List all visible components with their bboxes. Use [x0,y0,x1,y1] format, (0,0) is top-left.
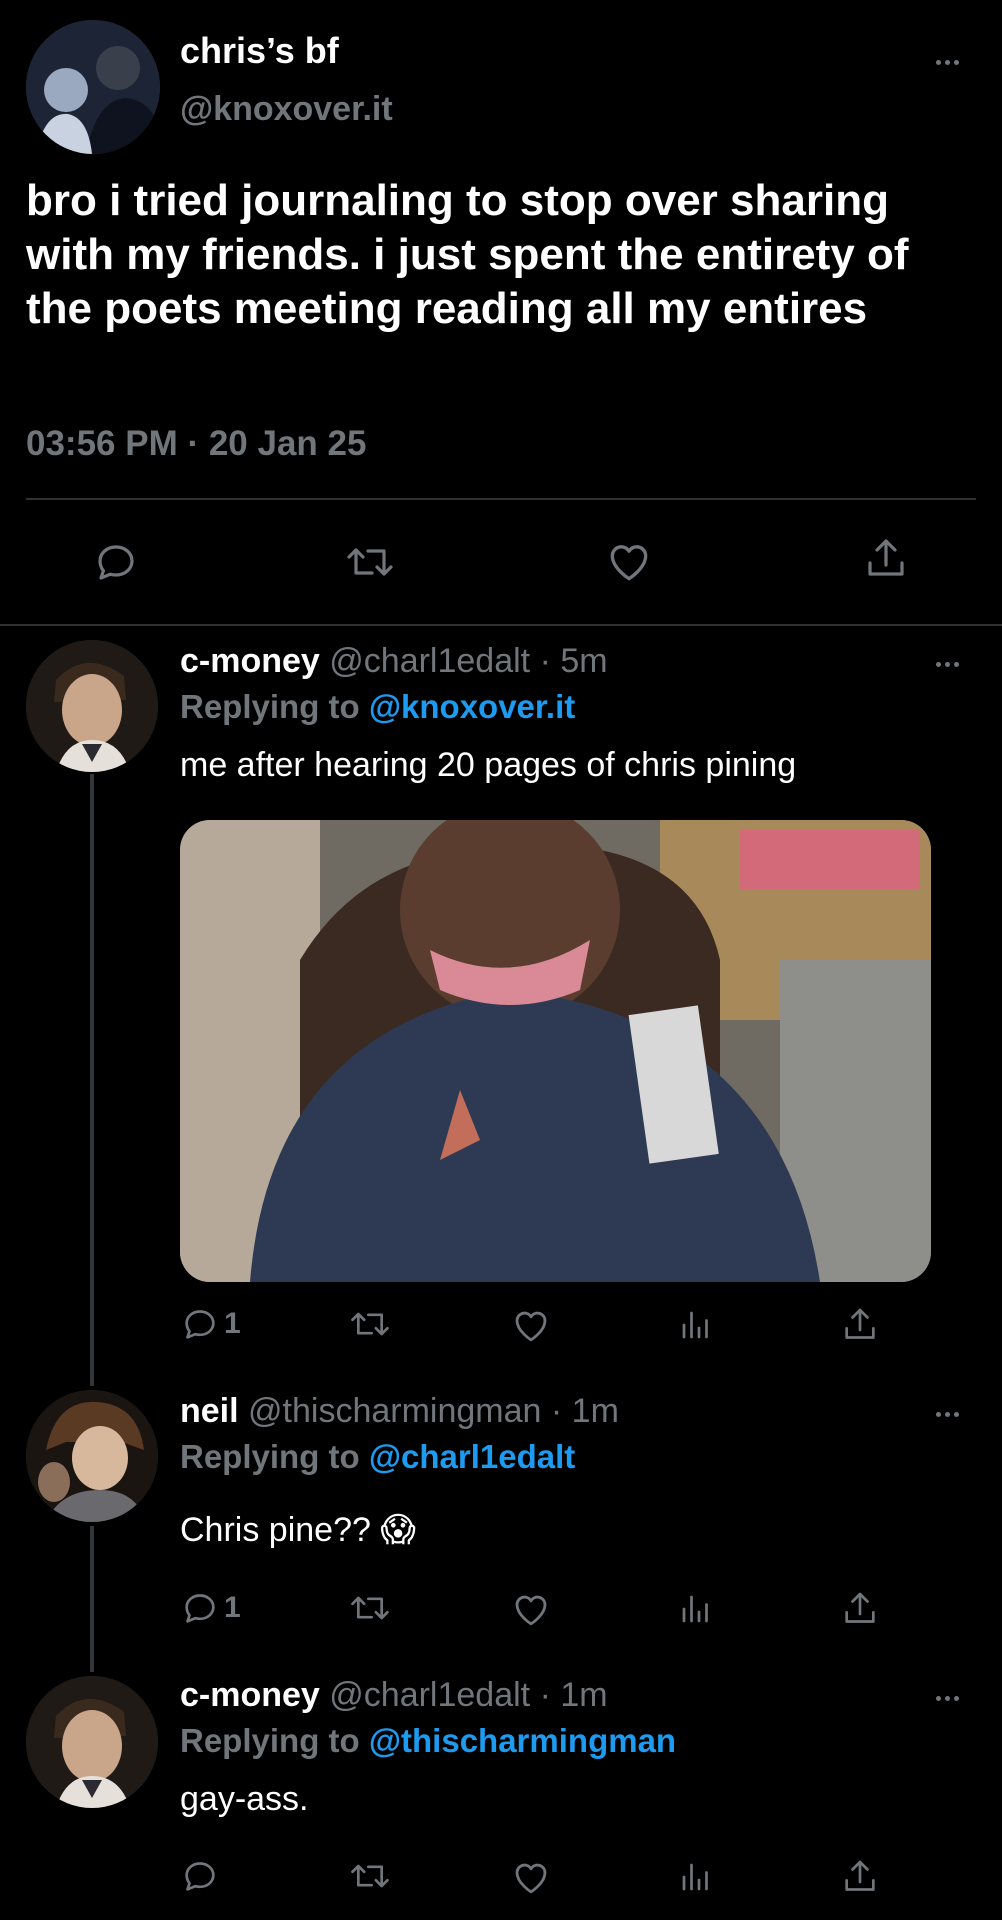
reply-button[interactable]: 1 [180,1304,241,1344]
reply-handle[interactable]: @thischarmingman [248,1392,541,1430]
analytics-button[interactable] [678,1858,714,1896]
reply-handle[interactable]: @charl1edalt [329,642,530,680]
retweet-button[interactable] [344,538,396,586]
replying-to: Replying to @knoxover.it [180,688,575,726]
more-options-icon[interactable] [936,1696,959,1701]
reply-icon [185,1862,215,1891]
like-icon [515,1595,547,1626]
reply-time[interactable]: · 5m [540,642,608,680]
avatar[interactable] [26,1390,158,1522]
share-button[interactable] [840,1588,880,1630]
reply-icon [185,1594,215,1623]
more-options-icon[interactable] [936,662,959,667]
reply-header: c-money @charl1edalt · 5m [180,642,608,681]
reply-header: c-money @charl1edalt · 1m [180,1676,608,1715]
thread-line [90,1526,94,1672]
avatar[interactable] [26,640,158,772]
tweet-text: bro i tried journaling to stop over shar… [26,176,909,333]
replying-to-label: Replying to [180,688,369,725]
thread-line [90,774,94,1386]
share-button[interactable] [840,1304,880,1346]
reply-text: Chris pine?? 😱 [180,1511,416,1549]
analytics-button[interactable] [678,1306,714,1344]
reply-time[interactable]: · 1m [540,1676,608,1714]
divider [26,498,976,500]
retweet-icon [351,1596,389,1620]
analytics-icon [682,1863,708,1891]
replying-to: Replying to @thischarmingman [180,1722,676,1760]
share-icon [845,1308,875,1339]
share-button[interactable] [840,1856,880,1898]
reply-media-image[interactable] [180,820,931,1282]
reply-header: neil @thischarmingman · 1m [180,1392,619,1431]
reply-display-name[interactable]: c-money [180,642,320,680]
author-avatar[interactable] [26,20,160,154]
reply-count: 1 [224,1307,241,1340]
reply-handle[interactable]: @charl1edalt [329,1676,530,1714]
retweet-icon [351,1312,389,1336]
reply-display-name[interactable]: neil [180,1392,239,1430]
analytics-icon [682,1595,708,1623]
author-display-name[interactable]: chris’s bf [180,30,339,72]
share-button[interactable] [862,534,910,584]
retweet-icon [347,548,393,576]
retweet-button[interactable] [348,1304,392,1344]
reply-count: 1 [224,1591,241,1624]
reply-button[interactable] [92,538,140,586]
like-button[interactable] [604,536,654,586]
like-button[interactable] [510,1588,552,1630]
reply-button[interactable]: 1 [180,1588,241,1628]
retweet-icon [351,1864,389,1888]
reply-time[interactable]: · 1m [551,1392,619,1430]
share-icon [845,1860,875,1891]
retweet-button[interactable] [348,1588,392,1628]
analytics-button[interactable] [678,1590,714,1628]
replying-to-mention[interactable]: @thischarmingman [369,1722,676,1759]
like-button[interactable] [510,1304,552,1346]
share-icon [868,539,904,576]
replying-to-mention[interactable]: @charl1edalt [369,1438,575,1475]
like-icon [610,545,648,581]
analytics-icon [682,1311,708,1339]
share-icon [845,1592,875,1623]
divider [0,624,1002,626]
more-options-icon[interactable] [936,1412,959,1417]
like-button[interactable] [510,1856,552,1898]
retweet-button[interactable] [348,1856,392,1896]
replying-to-label: Replying to [180,1722,369,1759]
replying-to-mention[interactable]: @knoxover.it [369,688,575,725]
replying-to-label: Replying to [180,1438,369,1475]
reply-button[interactable] [180,1856,220,1896]
more-options-icon[interactable] [936,60,959,65]
reply-icon [185,1310,215,1339]
reply-text: me after hearing 20 pages of chris pinin… [180,746,797,784]
like-icon [515,1863,547,1894]
author-handle[interactable]: @knoxover.it [180,90,393,129]
reply-icon [98,545,134,580]
reply-text: gay-ass. [180,1780,309,1818]
avatar[interactable] [26,1676,158,1808]
like-icon [515,1311,547,1342]
replying-to: Replying to @charl1edalt [180,1438,575,1476]
tweet-timestamp[interactable]: 03:56 PM · 20 Jan 25 [26,424,366,464]
reply-display-name[interactable]: c-money [180,1676,320,1714]
